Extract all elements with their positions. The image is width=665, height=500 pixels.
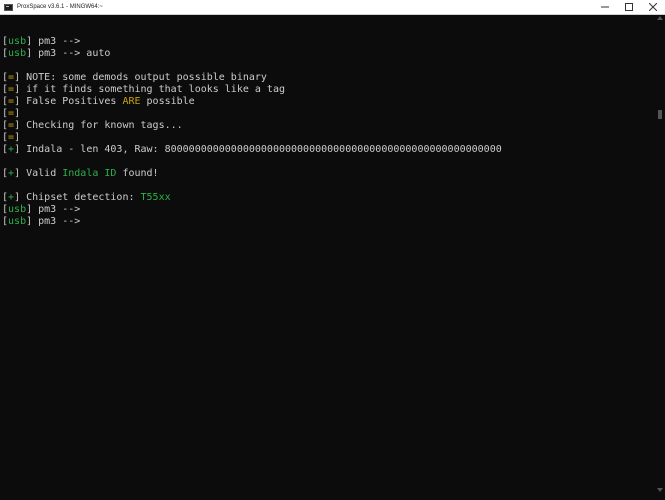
line-text: Indala - len 403, Raw: 80000000000000000… [20, 144, 502, 155]
line-prefix-tag: usb [8, 48, 27, 59]
minimize-button[interactable] [593, 0, 617, 14]
line-text: found! [116, 168, 159, 179]
line-text: Chipset detection: [20, 192, 141, 203]
scrollbar-thumb[interactable] [658, 110, 662, 119]
scroll-up-arrow-icon[interactable] [657, 16, 663, 20]
window-title: ProxSpace v3.6.1 - MINGW64:~ [17, 4, 103, 10]
line-text: Valid [20, 168, 63, 179]
scroll-down-arrow-icon[interactable] [657, 488, 663, 492]
line-text: if it finds something that looks like a … [20, 84, 285, 95]
line-text: NOTE: some demods output possible binary [20, 72, 267, 83]
terminal-line: [+] Valid Indala ID found! [2, 168, 652, 180]
line-text: possible [140, 96, 195, 107]
terminal-line: [=] Checking for known tags... [2, 120, 652, 132]
line-text: pm3 --> [32, 204, 81, 215]
terminal-line: [=] False Positives ARE possible [2, 96, 652, 108]
terminal-line: [=] if it finds something that looks lik… [2, 84, 652, 96]
minimize-icon [601, 6, 609, 8]
window-controls [593, 0, 665, 14]
close-icon [649, 3, 657, 11]
terminal-line: [+] Chipset detection: T55xx [2, 192, 652, 204]
terminal-output[interactable]: [usb] pm3 --> [usb] pm3 --> auto [=] NOTE:… [2, 24, 652, 494]
line-text: ARE [122, 96, 141, 107]
line-prefix-tag: usb [8, 216, 27, 227]
line-text: pm3 --> auto [32, 48, 111, 59]
terminal-line: [=] [2, 132, 652, 144]
line-bracket-close: ] [14, 132, 21, 143]
terminal-app-icon[interactable] [4, 3, 13, 11]
terminal-window: ProxSpace v3.6.1 - MINGW64:~ [usb] pm3 -… [0, 0, 665, 500]
terminal-line: [usb] pm3 --> auto [2, 48, 652, 60]
line-text: pm3 --> [32, 36, 81, 47]
line-bracket-close: ] [14, 108, 21, 119]
line-text: pm3 --> [32, 216, 81, 227]
line-text: False Positives [20, 96, 123, 107]
line-text: Indala ID [62, 168, 117, 179]
maximize-button[interactable] [617, 0, 641, 14]
terminal-line: [usb] pm3 --> [2, 36, 652, 48]
line-text: T55xx [140, 192, 171, 203]
maximize-icon [625, 3, 633, 11]
terminal-line: [=] [2, 108, 652, 120]
terminal-line: [=] NOTE: some demods output possible bi… [2, 72, 652, 84]
line-prefix-tag: usb [8, 204, 27, 215]
title-bar[interactable]: ProxSpace v3.6.1 - MINGW64:~ [0, 0, 665, 15]
close-button[interactable] [641, 0, 665, 14]
terminal-line: [usb] pm3 --> [2, 204, 652, 216]
terminal-line: [+] Indala - len 403, Raw: 8000000000000… [2, 144, 652, 156]
vertical-scrollbar[interactable] [655, 15, 665, 500]
terminal-line: [usb] pm3 --> [2, 216, 652, 228]
line-prefix-tag: usb [8, 36, 27, 47]
line-text: Checking for known tags... [20, 120, 183, 131]
